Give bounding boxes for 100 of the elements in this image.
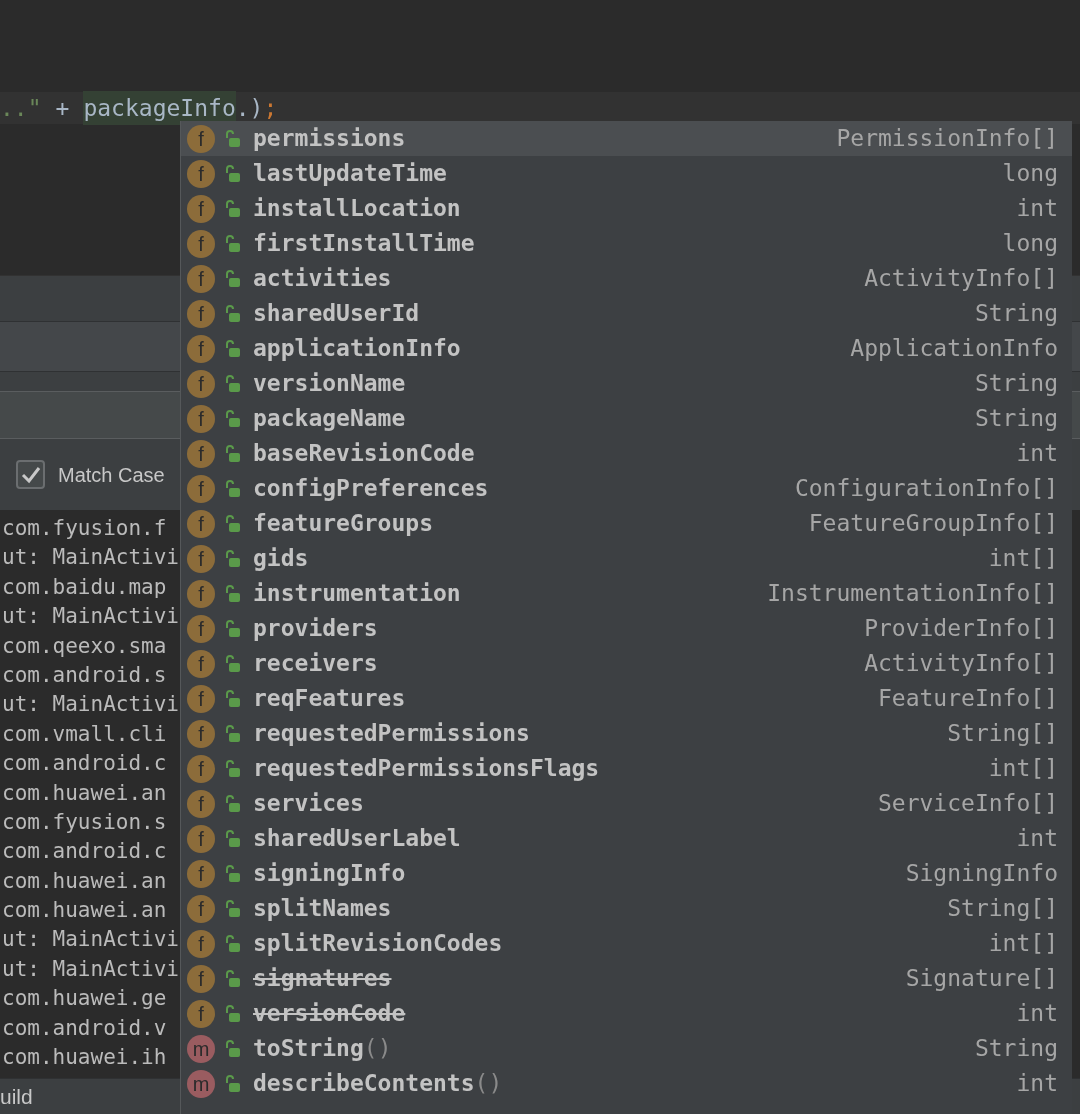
completion-item[interactable]: f featureGroups FeatureGroupInfo[] bbox=[181, 506, 1072, 541]
completion-item[interactable]: f services ServiceInfo[] bbox=[181, 786, 1072, 821]
member-name: reqFeatures bbox=[253, 684, 406, 714]
padlock-icon bbox=[225, 1004, 241, 1023]
member-type: int bbox=[1016, 439, 1058, 469]
completion-item[interactable]: f signatures Signature[] bbox=[181, 961, 1072, 996]
completion-item[interactable]: f gids int[] bbox=[181, 541, 1072, 576]
completion-item[interactable]: f requestedPermissions String[] bbox=[181, 716, 1072, 751]
log-line: com.android.v bbox=[1, 1014, 167, 1042]
member-type: int[] bbox=[988, 754, 1058, 784]
code-token: .) bbox=[235, 93, 264, 123]
member-name: sharedUserLabel bbox=[253, 824, 461, 854]
completion-item[interactable]: f versionName String bbox=[181, 366, 1072, 401]
field-badge: f bbox=[187, 859, 215, 888]
field-badge: f bbox=[187, 544, 215, 573]
member-name: splitNames bbox=[253, 894, 392, 924]
member-name: configPreferences bbox=[253, 474, 489, 504]
checkmark-icon bbox=[20, 465, 41, 484]
padlock-icon bbox=[225, 1074, 241, 1093]
completion-item[interactable]: m toString() String bbox=[181, 1031, 1072, 1066]
member-name: receivers bbox=[253, 649, 378, 679]
completion-item[interactable]: f providers ProviderInfo[] bbox=[181, 611, 1072, 646]
field-badge: f bbox=[187, 754, 215, 783]
field-badge: f bbox=[187, 789, 215, 818]
completion-item[interactable]: f signingInfo SigningInfo bbox=[181, 856, 1072, 891]
padlock-icon bbox=[225, 759, 241, 778]
field-badge: f bbox=[187, 929, 215, 958]
completion-item[interactable]: f requestedPermissionsFlags int[] bbox=[181, 751, 1072, 786]
field-badge: f bbox=[187, 964, 215, 993]
member-type: String bbox=[974, 1034, 1058, 1064]
member-type: ConfigurationInfo[] bbox=[794, 474, 1058, 504]
member-type: long bbox=[1002, 229, 1058, 259]
completion-item[interactable]: f installLocation int bbox=[181, 191, 1072, 226]
padlock-icon bbox=[225, 339, 241, 358]
padlock-icon bbox=[225, 584, 241, 603]
member-type: FeatureInfo[] bbox=[878, 684, 1058, 714]
field-badge: f bbox=[187, 369, 215, 398]
field-badge: f bbox=[187, 334, 215, 363]
field-badge: f bbox=[187, 509, 215, 538]
padlock-icon bbox=[225, 409, 241, 428]
field-badge: f bbox=[187, 824, 215, 853]
field-badge: f bbox=[187, 649, 215, 678]
member-name: describeContents bbox=[253, 1069, 475, 1099]
log-line: com.qeexo.sma bbox=[1, 632, 167, 660]
method-badge: m bbox=[187, 1069, 215, 1098]
completion-item[interactable]: f packageName String bbox=[181, 401, 1072, 436]
log-line: com.vmall.cli bbox=[1, 720, 167, 748]
member-name: firstInstallTime bbox=[253, 229, 475, 259]
member-type: FeatureGroupInfo[] bbox=[808, 509, 1058, 539]
member-type: PermissionInfo[] bbox=[836, 124, 1058, 154]
completion-item[interactable]: f sharedUserLabel int bbox=[181, 821, 1072, 856]
completion-item[interactable]: f splitRevisionCodes int[] bbox=[181, 926, 1072, 961]
padlock-icon bbox=[225, 969, 241, 988]
member-name: requestedPermissions bbox=[253, 719, 530, 749]
completion-item[interactable]: m describeContents() int bbox=[181, 1066, 1072, 1101]
field-badge: f bbox=[187, 159, 215, 188]
member-type: String bbox=[974, 299, 1058, 329]
member-type: String bbox=[974, 369, 1058, 399]
parameter-list: () bbox=[363, 1031, 392, 1066]
method-badge: m bbox=[187, 1034, 215, 1063]
member-name: installLocation bbox=[253, 194, 461, 224]
member-name: services bbox=[253, 789, 364, 819]
member-name: signingInfo bbox=[253, 859, 406, 889]
member-name: baseRevisionCode bbox=[253, 439, 475, 469]
member-name: activities bbox=[253, 264, 392, 294]
member-type: ServiceInfo[] bbox=[878, 789, 1058, 819]
member-type: Signature[] bbox=[905, 964, 1058, 994]
completion-item[interactable]: f lastUpdateTime long bbox=[181, 156, 1072, 191]
member-type: InstrumentationInfo[] bbox=[767, 579, 1058, 609]
member-type: ActivityInfo[] bbox=[864, 264, 1058, 294]
log-line: ut: MainActivi bbox=[1, 544, 179, 572]
log-line: com.android.c bbox=[1, 838, 167, 866]
completion-item[interactable]: f firstInstallTime long bbox=[181, 226, 1072, 261]
build-tab[interactable]: uild bbox=[0, 1080, 33, 1113]
log-line: com.baidu.map bbox=[1, 573, 167, 601]
completion-item[interactable]: f receivers ActivityInfo[] bbox=[181, 646, 1072, 681]
padlock-icon bbox=[225, 619, 241, 638]
completion-item[interactable]: f activities ActivityInfo[] bbox=[181, 261, 1072, 296]
field-badge: f bbox=[187, 999, 215, 1028]
member-name: applicationInfo bbox=[253, 334, 461, 364]
completion-item[interactable]: f configPreferences ConfigurationInfo[] bbox=[181, 471, 1072, 506]
completion-item[interactable]: f instrumentation InstrumentationInfo[] bbox=[181, 576, 1072, 611]
field-badge: f bbox=[187, 614, 215, 643]
member-type: ActivityInfo[] bbox=[864, 649, 1058, 679]
completion-item[interactable]: f applicationInfo ApplicationInfo bbox=[181, 331, 1072, 366]
member-name: requestedPermissionsFlags bbox=[253, 754, 600, 784]
member-type: int[] bbox=[988, 929, 1058, 959]
member-type: int bbox=[1016, 1069, 1058, 1099]
padlock-icon bbox=[225, 164, 241, 183]
completion-item[interactable]: f baseRevisionCode int bbox=[181, 436, 1072, 471]
log-line: ut: MainActivi bbox=[1, 926, 179, 954]
code-token: .." bbox=[0, 93, 42, 123]
completion-item[interactable]: f sharedUserId String bbox=[181, 296, 1072, 331]
completion-item[interactable]: f versionCode int bbox=[181, 996, 1072, 1031]
completion-item[interactable]: f reqFeatures FeatureInfo[] bbox=[181, 681, 1072, 716]
member-name: toString bbox=[253, 1034, 364, 1064]
completion-item[interactable]: f permissions PermissionInfo[] bbox=[181, 121, 1072, 156]
match-case-checkbox[interactable] bbox=[16, 460, 45, 489]
padlock-icon bbox=[225, 269, 241, 288]
completion-item[interactable]: f splitNames String[] bbox=[181, 891, 1072, 926]
